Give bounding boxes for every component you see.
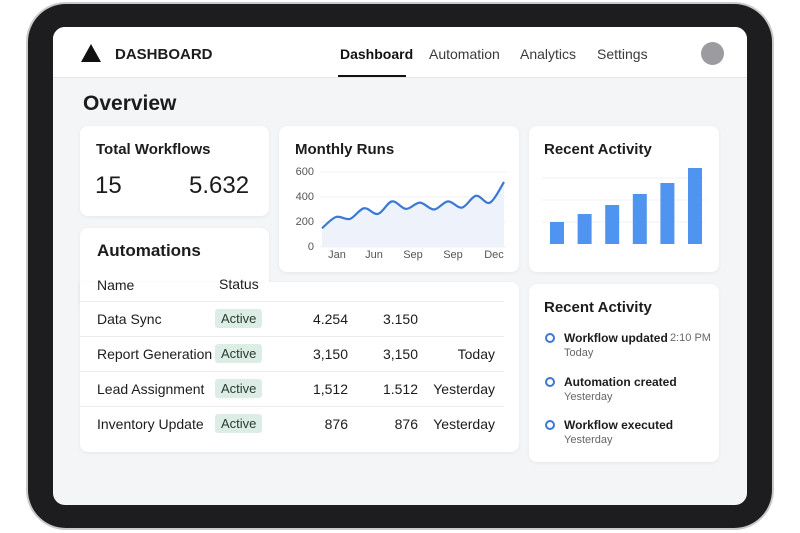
activity-bar: [577, 214, 592, 244]
last-run: Yesterday: [433, 381, 495, 397]
workflow-name: Data Sync: [97, 311, 162, 327]
x-tick: Sep: [443, 249, 463, 261]
x-tick: Dec: [484, 249, 504, 261]
recent-activity-title: Recent Activity: [544, 299, 652, 316]
workflow-name: Lead Assignment: [97, 381, 205, 397]
nav-automation[interactable]: Automation: [429, 46, 500, 62]
value-1: 1,512: [312, 381, 348, 397]
status-badge: Active: [215, 344, 263, 363]
activity-title: Workflow executed: [564, 418, 674, 432]
value-2: 876: [394, 416, 418, 432]
recent-activity-chart-title: Recent Activity: [544, 141, 652, 158]
monthly-runs-title: Monthly Runs: [295, 141, 395, 158]
activity-bar: [660, 183, 675, 244]
activity-bar: [688, 168, 702, 244]
nav-analytics[interactable]: Analytics: [520, 46, 576, 62]
activity-title: Workflow updated: [564, 331, 668, 345]
activity-title: Automation created: [564, 375, 677, 389]
table-row[interactable]: Lead Assignment Active 1,512 1.512 Yeste…: [80, 371, 504, 405]
activity-circle-icon: [545, 333, 555, 343]
status-badge: Active: [215, 414, 263, 433]
x-tick: Jun: [365, 249, 383, 261]
app-title: DASHBOARD: [115, 46, 213, 63]
column-header-name: Name: [97, 277, 135, 293]
status-badge: Active: [215, 379, 263, 398]
y-tick: 0: [307, 241, 314, 253]
nav-dashboard[interactable]: Dashboard: [340, 46, 413, 62]
last-run: Yesterday: [433, 416, 495, 432]
area-fill: [322, 182, 504, 247]
value-2: 3,150: [382, 346, 418, 362]
activity-bar: [550, 222, 564, 244]
workflow-name: Inventory Update: [97, 416, 204, 432]
total-workflows-title: Total Workflows: [96, 141, 211, 158]
x-tick: Jan: [328, 249, 346, 261]
table-row[interactable]: Report Generation Active 3,150 3,150 Tod…: [80, 336, 504, 370]
y-tick: 200: [295, 216, 314, 228]
monthly-runs-chart: [320, 171, 506, 248]
workflow-name: Report Generation: [97, 346, 213, 362]
automations-title: Automations: [97, 241, 201, 260]
active-tab-indicator: [338, 75, 406, 77]
page-title: Overview: [83, 92, 177, 115]
activity-time: 2:10 PM: [670, 332, 711, 344]
total-workflows-value: 15: [95, 172, 122, 199]
last-run: Today: [457, 346, 495, 362]
y-tick: 600: [295, 166, 314, 178]
activity-date: Yesterday: [564, 391, 613, 403]
value-1: 3,150: [312, 346, 348, 362]
activity-bar: [605, 205, 620, 244]
value-1: 4.254: [312, 311, 348, 327]
avatar[interactable]: [701, 42, 724, 65]
status-badge: Active: [215, 309, 263, 328]
table-row[interactable]: Inventory Update Active 876 876 Yesterda…: [80, 406, 504, 440]
recent-activity-bar-chart: [542, 168, 705, 244]
total-runs-value: 5.632: [189, 172, 250, 199]
value-1: 876: [324, 416, 348, 432]
value-2: 1.512: [382, 381, 418, 397]
activity-circle-icon: [545, 377, 555, 387]
activity-bar: [632, 194, 647, 244]
column-header-status: Status: [219, 276, 259, 292]
nav-settings[interactable]: Settings: [597, 46, 648, 62]
value-2: 3.150: [382, 311, 418, 327]
total-workflows-card: [80, 126, 269, 216]
activity-circle-icon: [545, 420, 555, 430]
x-tick: Sep: [403, 249, 423, 261]
logo-triangle-icon: [81, 44, 101, 62]
activity-date: Yesterday: [564, 434, 613, 446]
activity-date: Today: [564, 347, 594, 359]
table-row[interactable]: Data Sync Active 4.254 3.150: [80, 301, 504, 335]
y-tick: 400: [295, 191, 314, 203]
